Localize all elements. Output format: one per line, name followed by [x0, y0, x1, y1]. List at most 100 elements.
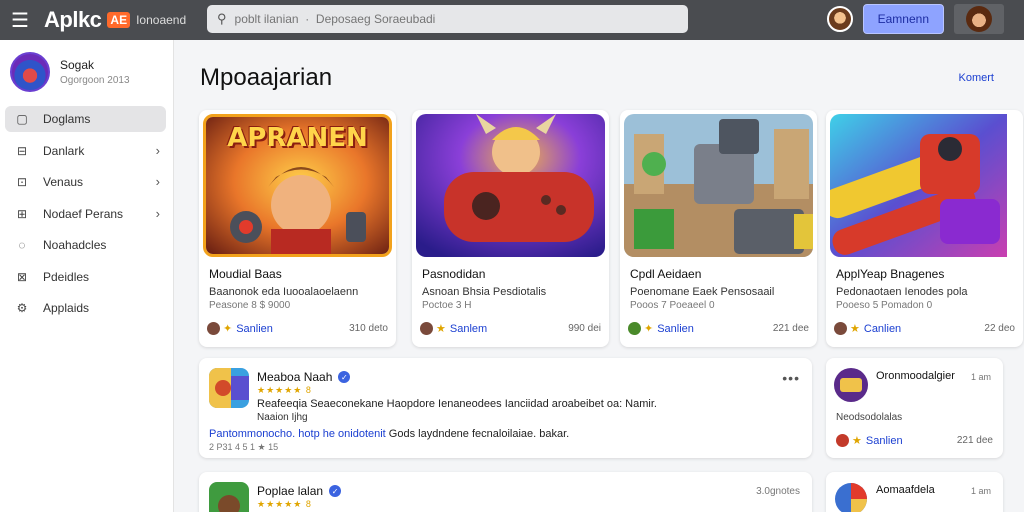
post-link[interactable]: Pantommonocho. hotp he onidotenit [209, 428, 386, 440]
author-avatar [836, 434, 849, 447]
app-card[interactable]: APRANEN Moudial Baas Baanonok eda Iuooal… [199, 110, 396, 347]
chevron-right-icon: › [155, 174, 160, 189]
card-meta: Poctoe 3 H [422, 300, 472, 311]
star-icon: ★ [436, 323, 446, 335]
side-card-time: 1 am [970, 372, 991, 382]
card-count: 22 deo [984, 323, 1015, 334]
side-card-author[interactable]: Sanlien [866, 435, 903, 447]
card-title: Pasnodidan [422, 267, 486, 281]
sidebar-item-label: Noahadcles [43, 238, 107, 252]
header-link[interactable]: Komert [959, 72, 994, 84]
card-title: Cpdl Aeidaen [630, 267, 702, 281]
search-icon: ⚲ [217, 11, 227, 26]
star-icon: ★ [852, 435, 862, 447]
user-avatar [966, 6, 992, 32]
profile-subtitle: Ogorgoon 2013 [60, 75, 130, 86]
user-menu[interactable] [954, 4, 1004, 34]
sidebar-item-6[interactable]: ⊠ Pdeidles [5, 264, 166, 290]
sidebar-item-4[interactable]: ⊞ Nodaef Perans › [5, 201, 166, 227]
gear-icon: ⚙ [16, 301, 28, 315]
sidebar-item-3[interactable]: ⊡ Venaus › [5, 169, 166, 195]
square-icon: ▢ [16, 112, 28, 126]
author-avatar [207, 322, 220, 335]
account-button[interactable]: Eamnenn [862, 4, 944, 34]
card-author[interactable]: Sanlien [236, 323, 273, 335]
card-author[interactable]: Sanlien [657, 323, 694, 335]
side-card-title: Aomaafdela [876, 484, 935, 496]
sidebar-item-1[interactable]: ▢ Doglams [5, 106, 166, 132]
post-link-rest: Gods laydndene fecnaloilaiae. bakar. [385, 428, 570, 440]
card-meta: Peasone 8 $ 9000 [209, 300, 291, 311]
more-options-icon[interactable]: ••• [782, 370, 800, 386]
post-meta: 2 P31 4 5 1 ★ 15 [209, 442, 279, 452]
list-square-icon: ⊞ [16, 206, 28, 221]
feed-post[interactable]: Meaboa Naah ✓ ★★★★★ 8 Reafeeqia Seaecone… [199, 358, 812, 458]
post-rating: ★★★★★ 8 [257, 385, 312, 395]
side-card[interactable]: Aomaafdela 1 am [826, 472, 1003, 512]
grid-icon: ⊠ [16, 269, 28, 284]
post-rating: ★★★★★ 8 [257, 499, 312, 509]
search-bar[interactable]: ⚲ [207, 5, 688, 33]
sidebar-item-label: Danlark [43, 143, 85, 158]
top-bar: ☰ Aplkc AE Ionoaend ⚲ Eamnenn [0, 0, 1024, 40]
post-title[interactable]: Poplae lalan [257, 484, 323, 498]
side-card-time: 1 am [970, 486, 991, 496]
badge-icon: ✦ [644, 323, 654, 335]
verified-icon: ✓ [329, 485, 342, 497]
app-logo[interactable]: Aplkc AE Ionoaend [44, 7, 186, 33]
card-title: Moudial Baas [209, 267, 282, 281]
author-avatar [628, 322, 641, 335]
card-banner-image [416, 114, 605, 257]
side-card-description: Neodsodolalas [836, 412, 903, 423]
card-count: 221 dee [772, 323, 809, 334]
badge-icon: ✦ [223, 323, 233, 335]
page-title: Mpoaajarian [200, 64, 333, 91]
pie-chart-icon [834, 482, 868, 512]
side-card[interactable]: Oronmoodalgier 1 am Neodsodolalas ★ Sanl… [826, 358, 1003, 458]
card-description: Baanonok eda Iuooalaoelaenn [209, 286, 359, 298]
side-card-icon [834, 368, 868, 402]
image-square-icon: ⊡ [16, 175, 28, 189]
profile-block[interactable]: Sogak Ogorgoon 2013 [0, 40, 173, 102]
card-author[interactable]: Sanlem [450, 323, 487, 335]
notifications-avatar[interactable] [826, 6, 853, 32]
side-card-title: Oronmoodalgier [876, 370, 955, 382]
post-time: 3.0gnotes [756, 486, 800, 497]
card-banner-image [624, 114, 813, 257]
card-meta: Pooeso 5 Pomadon 0 [836, 300, 933, 311]
sidebar-item-2[interactable]: ⊟ Danlark › [5, 138, 166, 164]
post-app-icon [209, 368, 249, 408]
sidebar-item-label: Applaids [43, 301, 90, 315]
post-title[interactable]: Meaboa Naah [257, 370, 332, 384]
sidebar-item-label: Nodaef Perans [43, 206, 124, 221]
sidebar-item-5[interactable]: ◌ Noahadcles [5, 232, 166, 258]
search-input[interactable] [234, 12, 655, 26]
card-description: Poenomane Eaek Pensosaail [630, 286, 775, 298]
post-body: Reafeeqia Seaeconekane Haopdore Ienaneod… [257, 398, 657, 410]
author-avatar [834, 322, 847, 335]
chevron-right-icon: › [155, 205, 160, 221]
feed-post[interactable]: Poplae lalan ✓ ★★★★★ 8 3.0gnotes [199, 472, 812, 512]
card-description: Pedonaotaen Ienodes pola [836, 286, 968, 298]
app-card[interactable]: Pasnodidan Asnoan Bhsia Pesdiotalis Poct… [412, 110, 609, 347]
logo-subtitle: Ionoaend [136, 13, 187, 27]
post-app-icon [209, 482, 249, 512]
side-card-count: 221 dee [956, 435, 993, 446]
card-count: 310 deto [349, 323, 388, 334]
card-count: 990 dei [568, 323, 601, 334]
card-author[interactable]: Canlien [864, 323, 901, 335]
sidebar-item-label: Doglams [43, 112, 91, 126]
sidebar-item-label: Pdeidles [43, 269, 90, 284]
app-card[interactable]: ApplYeap Bnagenes Pedonaotaen Ienodes po… [826, 110, 1023, 347]
card-description: Asnoan Bhsia Pesdiotalis [422, 286, 547, 298]
post-subtext: Naaion Ijhg [257, 412, 308, 423]
card-banner-image: APRANEN [203, 114, 392, 257]
logo-text: Aplkc [44, 7, 102, 32]
profile-name: Sogak [60, 58, 95, 72]
card-banner-text: APRANEN [227, 123, 368, 153]
card-banner-image [830, 114, 1019, 257]
sidebar-item-7[interactable]: ⚙ Applaids [5, 295, 166, 321]
profile-avatar [10, 52, 50, 92]
hamburger-menu-icon[interactable]: ☰ [0, 0, 40, 40]
app-card[interactable]: Cpdl Aeidaen Poenomane Eaek Pensosaail P… [620, 110, 817, 347]
